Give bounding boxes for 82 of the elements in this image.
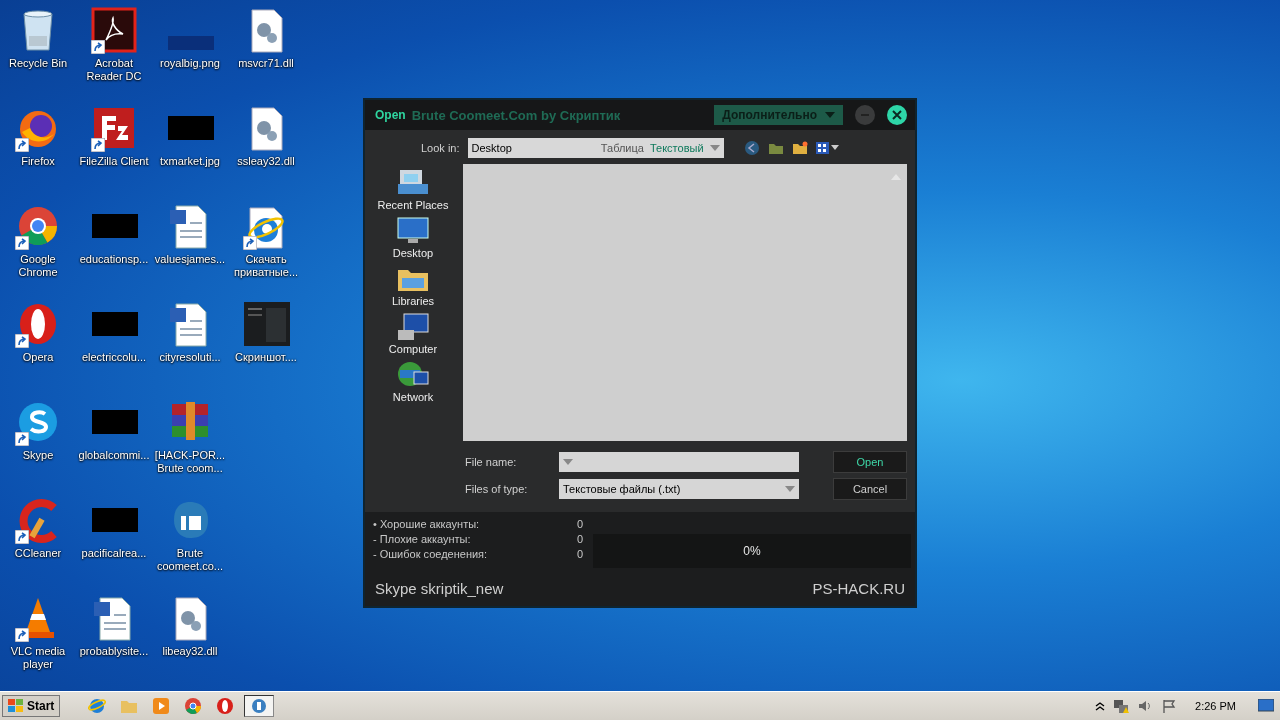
cancel-button[interactable]: Cancel <box>833 478 907 500</box>
file-name-label: File name: <box>465 456 518 468</box>
stat-value: 0 <box>576 548 583 560</box>
place-item[interactable]: Desktop <box>392 216 434 259</box>
stat-value: 0 <box>576 533 583 545</box>
flag-icon[interactable] <box>1161 698 1178 714</box>
look-in-dropdown[interactable]: Desktop Таблица Текстовый <box>467 138 724 158</box>
footer-contact: Skype skriptik_new <box>375 580 504 597</box>
icon-label: Recycle Bin <box>8 57 68 70</box>
stat-value: 0 <box>576 518 583 530</box>
icon-label: Скачать приватные... <box>232 253 300 279</box>
icon-label: Firefox <box>21 155 55 168</box>
place-item[interactable]: Libraries <box>391 264 435 307</box>
icon-label: Brute coomeet.co... <box>155 547 224 573</box>
format-tab[interactable]: Таблица <box>600 142 644 154</box>
icon-label: pacificalrea... <box>81 547 147 560</box>
icon-label: Opera <box>22 351 54 364</box>
caret-icon <box>785 486 795 492</box>
taskbar-item[interactable] <box>244 695 275 717</box>
caret-icon <box>825 112 835 118</box>
stat-label: - Ошибок соеденения: <box>373 548 488 560</box>
shortcut-arrow-icon <box>91 138 105 152</box>
chevron-up-icon[interactable] <box>1095 701 1106 711</box>
look-in-label: Look in: <box>421 142 460 154</box>
shortcut-arrow-icon <box>91 40 105 54</box>
icon-label: libeay32.dll <box>162 645 218 658</box>
icon-label: probablysite... <box>79 645 149 658</box>
back-icon[interactable] <box>743 140 760 156</box>
monitor-icon <box>396 216 430 246</box>
stat-label: • Хорошие аккаунты: <box>373 518 480 530</box>
shortcut-arrow-icon <box>15 530 29 544</box>
icon-label: FileZilla Client <box>79 155 149 168</box>
shortcut-arrow-icon <box>15 628 29 642</box>
windows-logo-icon <box>8 699 24 713</box>
shortcut-arrow-icon <box>15 236 29 250</box>
start-button[interactable]: Start <box>2 695 61 717</box>
shortcut-arrow-icon <box>15 334 29 348</box>
icon-label: Google Chrome <box>17 253 59 279</box>
screenshot-thumbnail[interactable] <box>242 300 290 348</box>
caret-icon <box>709 145 720 151</box>
computer-icon <box>396 312 430 342</box>
document-app-icon[interactable] <box>90 6 138 54</box>
close-button[interactable] <box>887 105 907 125</box>
icon-label: royalbig.png <box>160 57 220 70</box>
place-item[interactable]: Recent Places <box>377 168 449 211</box>
new-folder-icon[interactable] <box>791 140 808 156</box>
icon-label: Skype <box>22 449 54 462</box>
icon-label: CCleaner <box>14 547 62 560</box>
stat-label: - Плохие аккаунты: <box>373 533 471 545</box>
open-button[interactable]: Open <box>833 451 907 473</box>
window-title: Brute Coomeet.Com by Скриптик <box>411 107 622 123</box>
icon-label: VLC media player <box>9 645 67 671</box>
caret-icon <box>563 459 573 465</box>
dialog-title: Open <box>375 108 406 122</box>
footer-site: PS-HACK.RU <box>812 580 905 597</box>
icon-label: Скриншот.... <box>235 351 297 364</box>
close-icon <box>892 110 902 120</box>
shortcut-arrow-icon <box>15 432 29 446</box>
app-icon[interactable] <box>250 697 269 715</box>
icon-label: valuesjames... <box>154 253 226 266</box>
icon-label: ssleay32.dll <box>237 155 295 168</box>
icon-label: [HACK-POR... Brute coom... <box>153 449 227 475</box>
view-menu-icon[interactable] <box>815 141 840 155</box>
icon-label: txmarket.jpg <box>160 155 220 168</box>
file-type-label: Files of type: <box>465 483 529 495</box>
show-desktop-icon[interactable] <box>1258 699 1274 713</box>
icon-label: globalcommi... <box>78 449 150 462</box>
icon-label: electriccolu... <box>81 351 147 364</box>
shortcut-arrow-icon <box>243 236 257 250</box>
icon-label: educationsp... <box>79 253 149 266</box>
file-name-field[interactable] <box>559 452 799 472</box>
place-item[interactable]: Computer <box>388 312 438 355</box>
icon-label: cityresoluti... <box>159 351 221 364</box>
icon-label: msvcr71.dll <box>238 57 294 70</box>
clock[interactable]: 2:26 PM <box>1195 700 1236 712</box>
icon-label: Acrobat Reader DC <box>85 57 143 83</box>
network-icon[interactable] <box>1113 698 1130 714</box>
file-type-dropdown[interactable]: Текстовые файлы (.txt) <box>559 479 799 499</box>
place-item[interactable]: Network <box>392 360 434 403</box>
progress-text: 0% <box>743 544 761 558</box>
format-tab[interactable]: Текстовый <box>649 142 704 154</box>
shortcut-arrow-icon <box>15 138 29 152</box>
